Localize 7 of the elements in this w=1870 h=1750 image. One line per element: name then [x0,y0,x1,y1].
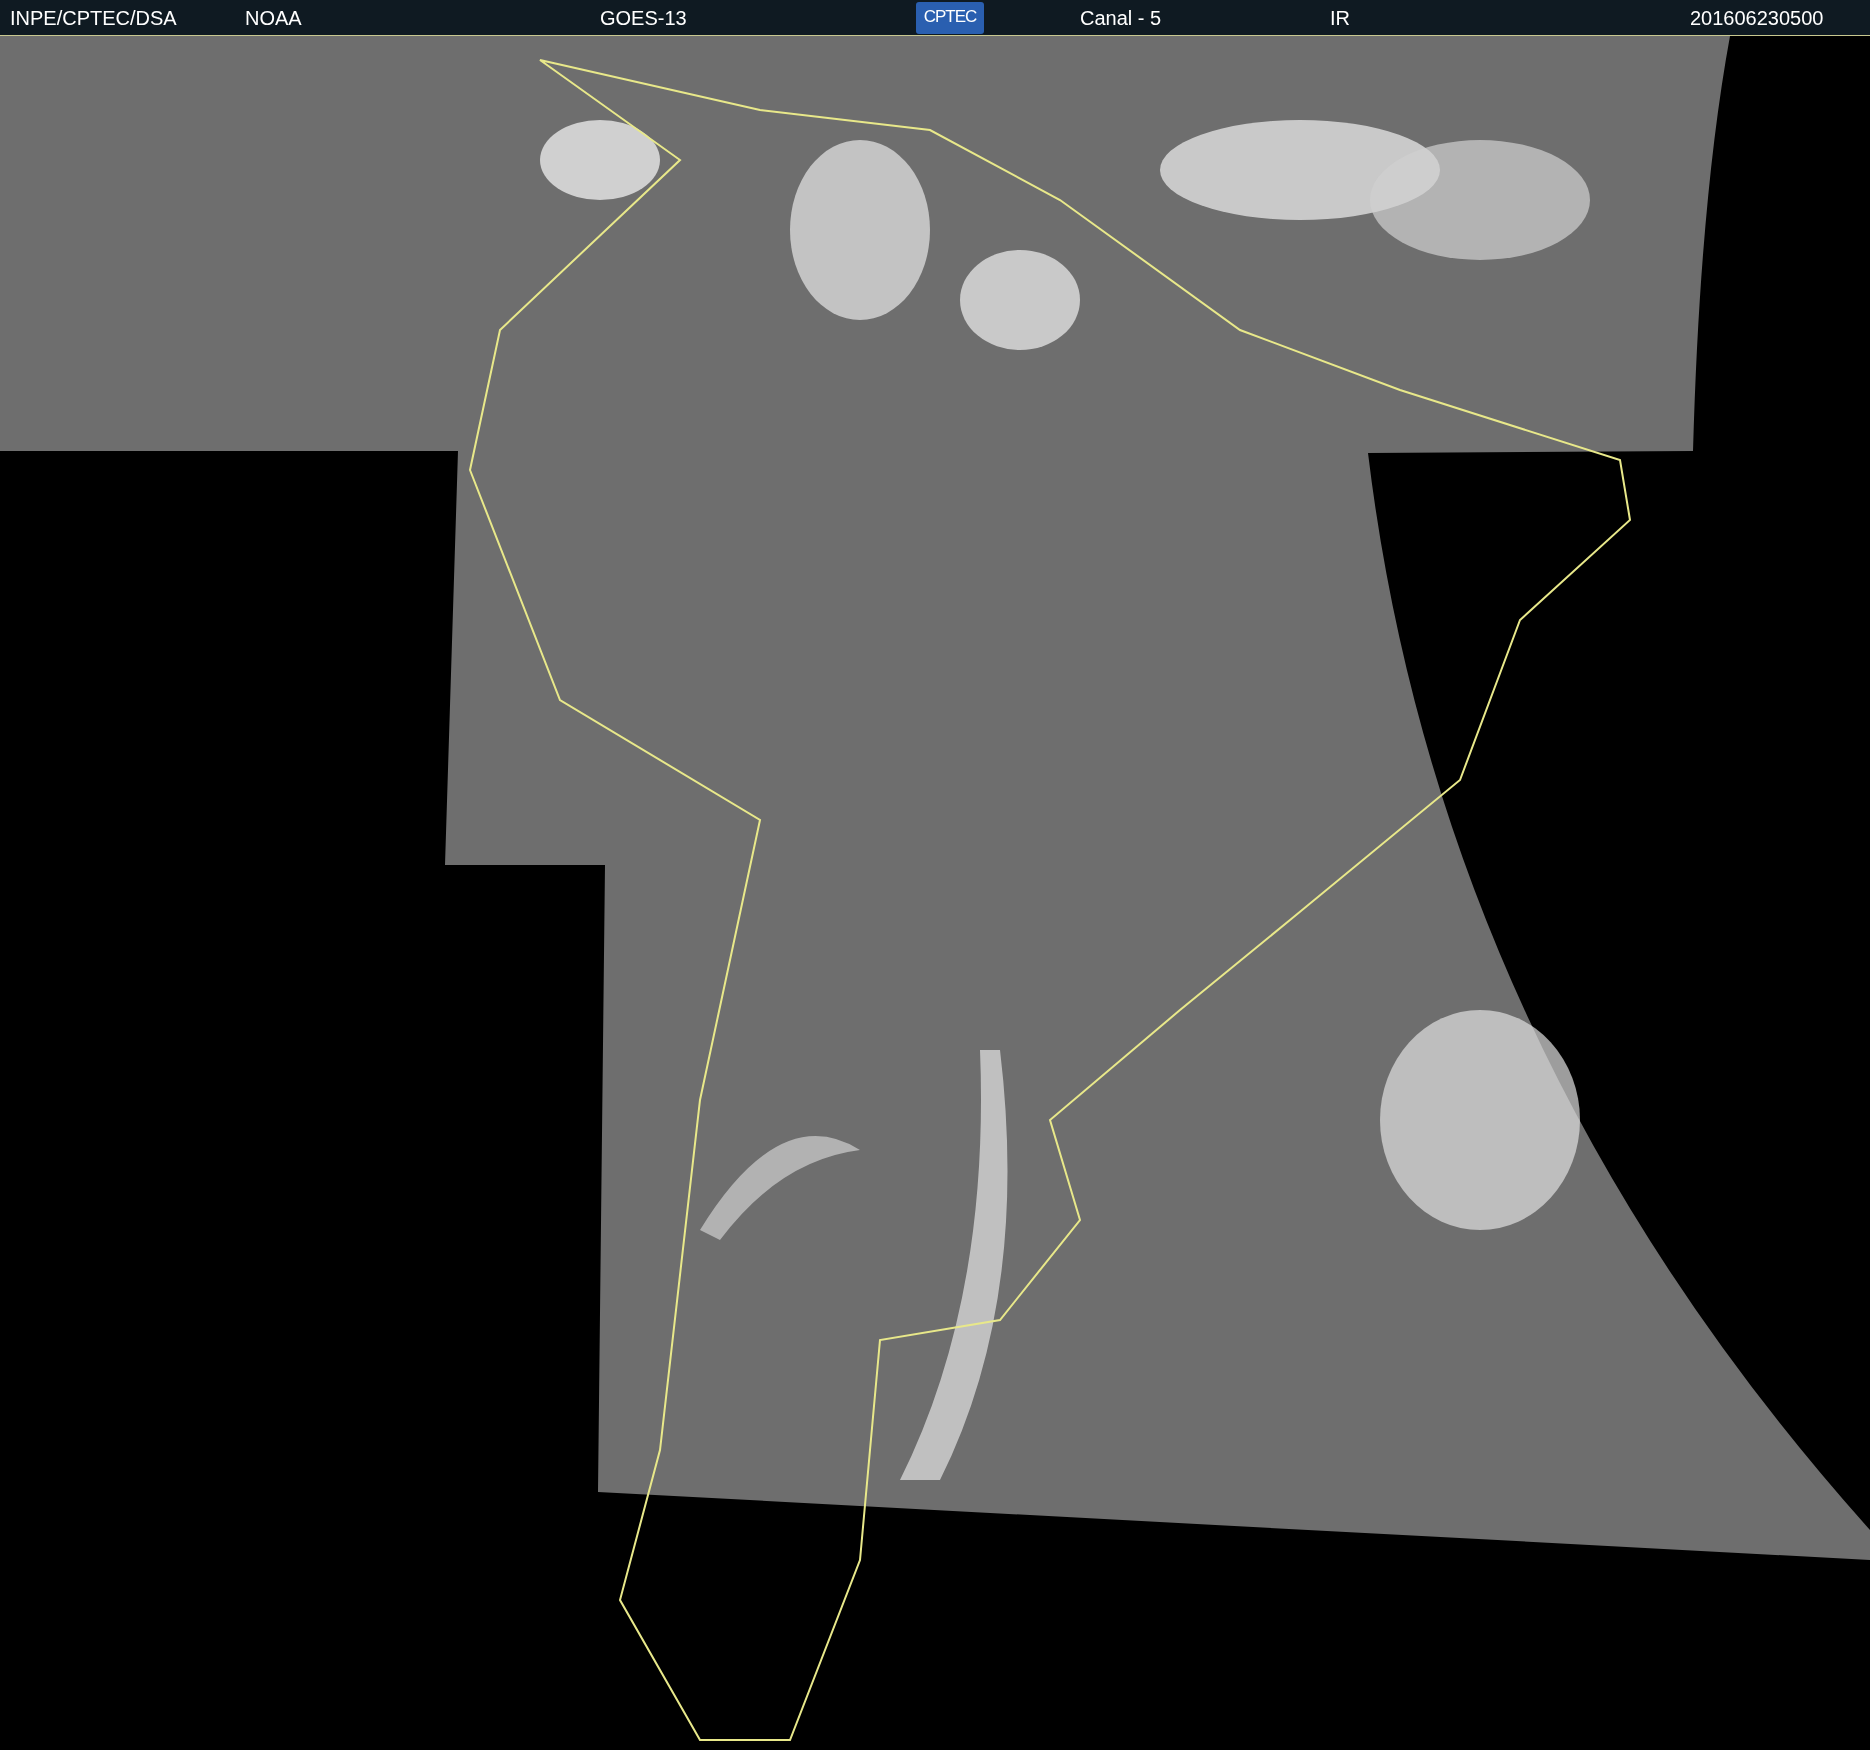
header-label: Canal - 5 [1080,7,1162,29]
header-label: INPE/CPTEC/DSA [10,7,177,29]
header-label: 201606230500 [1690,7,1824,29]
header-label: NOAA [245,7,302,29]
header-label: GOES-13 [600,7,687,29]
logo: CPTEC [916,2,984,34]
header-label: IR [1330,7,1350,29]
